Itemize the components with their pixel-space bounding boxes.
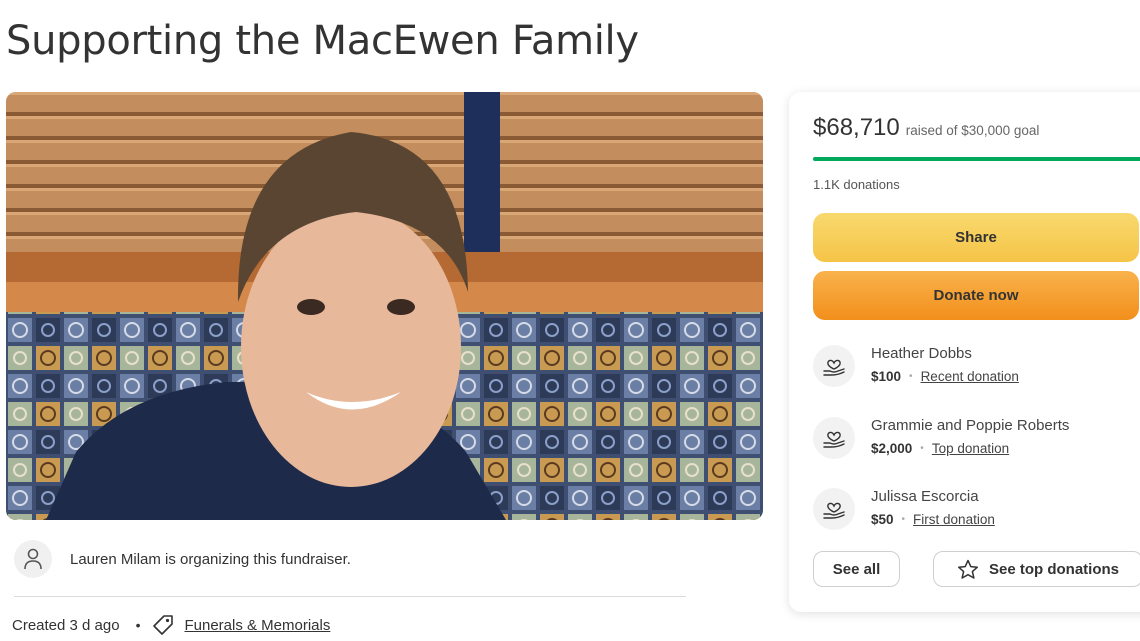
donor-name: Julissa Escorcia	[871, 488, 979, 505]
donation-type-link[interactable]: Recent donation	[921, 369, 1019, 384]
progress-fill	[813, 157, 1140, 161]
person-icon	[14, 540, 52, 578]
divider	[14, 596, 686, 597]
see-top-donations-label: See top donations	[988, 560, 1119, 578]
progress-bar	[813, 157, 1140, 161]
category-link[interactable]: Funerals & Memorials	[184, 617, 330, 634]
donor-amount: $100	[871, 369, 902, 384]
donation-type-link[interactable]: Top donation	[932, 441, 1009, 456]
donor-separator: •	[909, 371, 913, 382]
donor-separator: •	[901, 514, 906, 525]
share-button[interactable]: Share	[813, 213, 1139, 262]
donation-type-link[interactable]: First donation	[913, 512, 995, 527]
see-top-donations-button[interactable]: See top donations	[933, 551, 1140, 587]
donor-item: Grammie and Poppie Roberts $2,000 • Top …	[813, 417, 1140, 465]
goal-text: raised of $30,000 goal	[905, 123, 1040, 138]
tag-icon	[152, 614, 174, 636]
heart-hand-icon	[813, 417, 855, 459]
organizer-text: Lauren Milam is organizing this fundrais…	[70, 550, 351, 568]
donation-count: 1.1K donations	[813, 177, 900, 192]
donor-amount: $50	[871, 512, 894, 527]
donate-now-button[interactable]: Donate now	[813, 271, 1139, 320]
star-icon	[957, 559, 979, 579]
donor-name: Grammie and Poppie Roberts	[871, 417, 1070, 434]
created-date: Created 3 d ago	[12, 616, 120, 634]
heart-hand-icon	[813, 345, 855, 387]
fundraiser-photo[interactable]	[6, 92, 763, 520]
raised-amount: $68,710	[813, 114, 900, 141]
donor-item: Julissa Escorcia $50 • First donation	[813, 488, 1140, 536]
meta-row: Created 3 d ago • Funerals & Memorials	[12, 613, 330, 637]
organizer-row: Lauren Milam is organizing this fundrais…	[14, 538, 686, 580]
donor-name: Heather Dobbs	[871, 345, 972, 362]
donation-card: $68,710 raised of $30,000 goal 1.1K dona…	[789, 92, 1140, 612]
see-all-button[interactable]: See all	[813, 551, 900, 587]
donor-separator: •	[920, 443, 924, 454]
donor-amount: $2,000	[871, 441, 913, 456]
page-title: Supporting the MacEwen Family	[6, 18, 639, 64]
fundraiser-photo-image	[6, 92, 763, 520]
heart-hand-icon	[813, 488, 855, 530]
meta-bullet: •	[135, 617, 141, 633]
raised-summary: $68,710 raised of $30,000 goal	[813, 114, 1039, 142]
donor-item: Heather Dobbs $100 • Recent donation	[813, 345, 1140, 393]
